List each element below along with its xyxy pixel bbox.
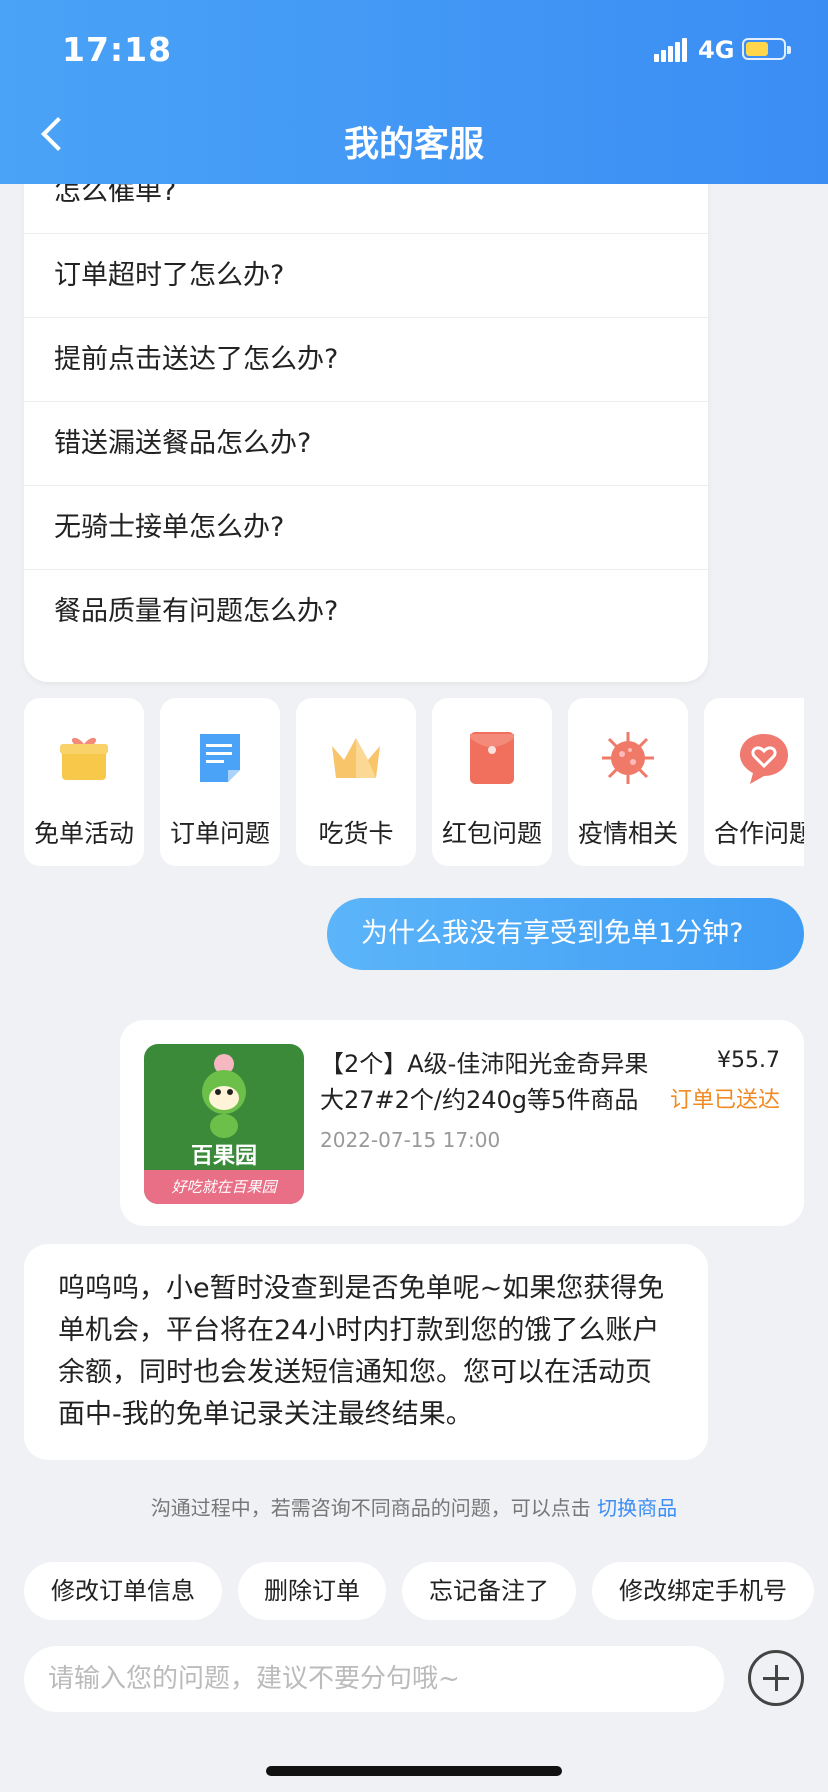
hint-text: 沟通过程中，若需咨询不同商品的问题，可以点击 — [150, 1496, 591, 1520]
quick-actions: 修改订单信息 删除订单 忘记备注了 修改绑定手机号 — [24, 1562, 828, 1622]
faq-card: 怎么催单? 订单超时了怎么办? 提前点击送达了怎么办? 错送漏送餐品怎么办? 无… — [24, 150, 708, 682]
gift-icon — [60, 737, 108, 780]
signal-icon — [654, 38, 688, 62]
quick-action-edit-order[interactable]: 修改订单信息 — [24, 1562, 222, 1620]
quick-action-forgot-note[interactable]: 忘记备注了 — [402, 1562, 576, 1620]
category-epidemic[interactable]: 疫情相关 — [568, 698, 688, 866]
message-input[interactable] — [24, 1646, 724, 1712]
document-icon — [200, 734, 240, 782]
category-strip: 免单活动 订单问题 吃货卡 红包问题 疫情相关 合作问题 — [24, 698, 804, 866]
add-icon[interactable] — [748, 1650, 804, 1706]
category-order[interactable]: 订单问题 — [160, 698, 280, 866]
category-label: 合作问题 — [713, 819, 804, 848]
quick-action-change-phone[interactable]: 修改绑定手机号 — [592, 1562, 814, 1620]
crown-icon — [332, 738, 380, 778]
header: 17:18 4G 我的客服 — [0, 0, 828, 184]
switch-product-hint: 沟通过程中，若需咨询不同商品的问题，可以点击 切换商品 — [0, 1492, 828, 1521]
faq-item[interactable]: 订单超时了怎么办? — [24, 234, 708, 318]
category-foodie-card[interactable]: 吃货卡 — [296, 698, 416, 866]
red-envelope-icon — [470, 732, 514, 784]
faq-item[interactable]: 餐品质量有问题怎么办? — [24, 570, 708, 654]
category-label: 吃货卡 — [318, 819, 394, 848]
bot-reply-bubble: 呜呜呜，小e暂时没查到是否免单呢~如果您获得免单机会，平台将在24小时内打款到您… — [24, 1244, 708, 1460]
battery-icon — [742, 38, 791, 60]
order-status: 订单已送达 — [669, 1088, 780, 1113]
order-date: 2022-07-15 17:00 — [320, 1128, 501, 1152]
order-card[interactable]: 百果园 好吃就在百果园 【2个】A级-佳沛阳光金奇异果大27#2个/约240g等… — [120, 1020, 804, 1226]
category-red-envelope[interactable]: 红包问题 — [432, 698, 552, 866]
order-item-name: 【2个】A级-佳沛阳光金奇异果大27#2个/约240g等5件商品 — [320, 1050, 649, 1114]
store-logo: 百果园 好吃就在百果园 — [144, 1044, 304, 1204]
category-label: 免单活动 — [33, 819, 134, 848]
faq-item[interactable]: 提前点击送达了怎么办? — [24, 318, 708, 402]
faq-item[interactable]: 错送漏送餐品怎么办? — [24, 402, 708, 486]
quick-action-delete-order[interactable]: 删除订单 — [238, 1562, 386, 1620]
virus-icon — [602, 732, 654, 784]
switch-product-link[interactable]: 切换商品 — [597, 1496, 677, 1520]
brand-name: 百果园 — [190, 1144, 257, 1169]
faq-item[interactable]: 无骑士接单怎么办? — [24, 486, 708, 570]
chat-heart-icon — [740, 734, 788, 784]
category-free-order[interactable]: 免单活动 — [24, 698, 144, 866]
network-type: 4G — [698, 36, 735, 64]
status-time: 17:18 — [62, 30, 173, 69]
category-label: 订单问题 — [169, 819, 270, 848]
user-message-bubble: 为什么我没有享受到免单1分钟? — [327, 898, 804, 970]
home-indicator — [266, 1766, 562, 1776]
category-label: 红包问题 — [441, 819, 542, 848]
category-label: 疫情相关 — [577, 819, 678, 848]
brand-slogan: 好吃就在百果园 — [144, 1170, 304, 1204]
category-cooperation[interactable]: 合作问题 — [704, 698, 804, 866]
page-title: 我的客服 — [343, 125, 484, 165]
order-price: ¥55.7 — [717, 1048, 780, 1073]
monkey-mascot-icon — [202, 1054, 246, 1138]
